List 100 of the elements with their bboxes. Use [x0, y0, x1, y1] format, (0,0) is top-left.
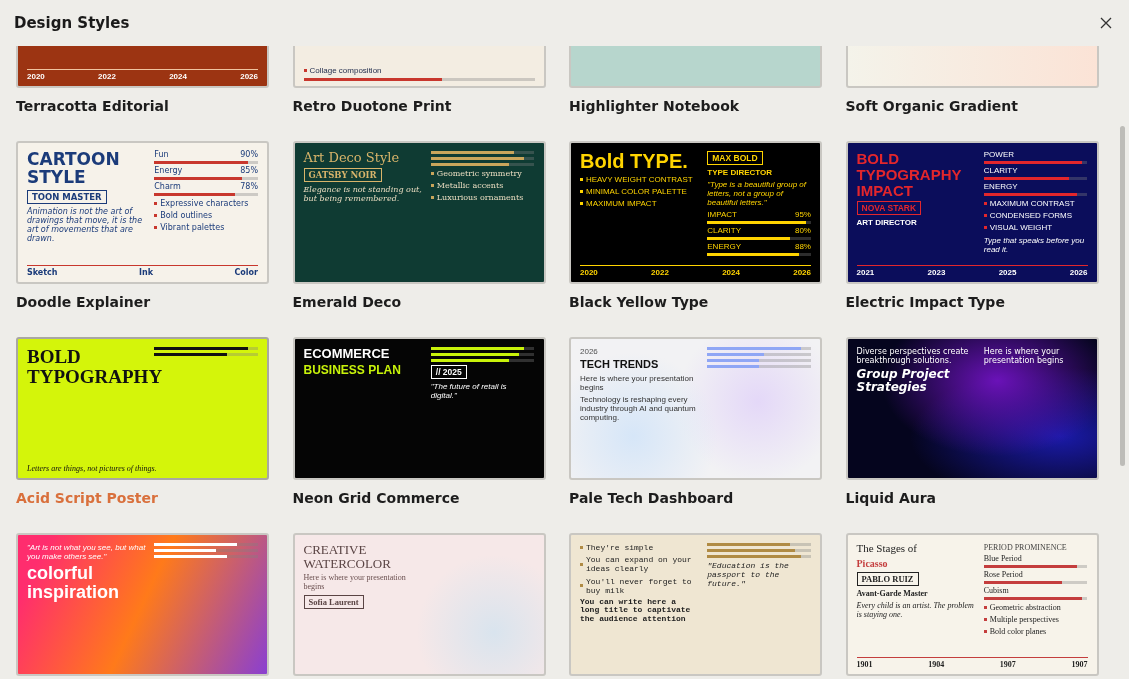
name-tag: TOON MASTER: [27, 189, 107, 204]
bullet-icon: [983, 618, 987, 622]
slide-headline: BOLD TYPOGRAPHY: [27, 347, 163, 387]
slide-quote: "The future of retail is digital.": [430, 382, 508, 401]
dialog-title: Design Styles: [14, 14, 130, 32]
bullet-icon: [580, 546, 583, 550]
bullet-icon: [430, 196, 434, 200]
timeline-label: 1901: [856, 660, 873, 669]
slide-text: Bold color planes: [989, 627, 1047, 637]
slide-quote: Letters are things, not pictures of things.: [27, 463, 157, 473]
bullet-icon: [580, 178, 583, 182]
timeline-label: 2024: [722, 268, 740, 277]
bar-label: POWER: [983, 151, 1014, 159]
timeline-label: Color: [234, 268, 258, 277]
slide-quote: Every child is an artist. The problem is staying one.: [856, 600, 975, 619]
slide-preview[interactable]: Collage composition: [292, 46, 546, 88]
slide-headline: The Stages of: [856, 543, 917, 555]
slide-text: Diverse perspectives create breakthrough solutions.: [856, 347, 970, 366]
slide-headline: CREATIVE WATERCOLOR: [303, 543, 392, 571]
slide-quote: "Art is not what you see, but what you make others see.": [27, 543, 147, 562]
slide-preview[interactable]: [16, 141, 269, 284]
slide-text: Luxurious ornaments: [436, 193, 524, 203]
slide-preview[interactable]: "Art is not what you see, but what you make others see." colorful inspiration: [16, 533, 269, 676]
slide-preview[interactable]: 2026 TECH TRENDS Here is where your presentation begins Technology is reshaping every industry through AI and quantum computing.: [569, 337, 822, 480]
style-name[interactable]: Pale Tech Dashboard: [569, 490, 734, 506]
bar-label: CLARITY: [983, 167, 1018, 175]
slide-preview[interactable]: Diverse perspectives create breakthrough solutions. Group Project Strategies Here is where your presentation begins: [845, 337, 1099, 480]
name-tag: // 2025: [430, 365, 467, 379]
bullet-icon: [154, 202, 158, 206]
bar-reading: 78%: [240, 183, 258, 191]
bullet-icon: [430, 172, 434, 176]
slide-text: Here is where your presentation begins: [303, 573, 407, 592]
bullet-icon: [983, 202, 987, 206]
name-tag: MAX BOLD: [707, 151, 763, 165]
slide-text: You'll never forget to buy milk: [586, 576, 693, 595]
name-tag: GATSBY NOIR: [303, 167, 382, 182]
timeline-label: 2024: [169, 72, 187, 81]
style-name[interactable]: Liquid Aura: [845, 490, 937, 506]
slide-preview[interactable]: 2020 2022 2024 2026: [16, 46, 269, 88]
bullet-icon: [154, 226, 158, 230]
timeline-label: 1904: [928, 660, 945, 669]
slide-headline: colorful inspiration: [27, 564, 120, 603]
slide-text: MINIMAL COLOR PALETTE: [586, 187, 687, 197]
slide-role: Avant-Garde Master: [856, 588, 928, 598]
slide-text: You can expand on your ideas clearly: [586, 555, 693, 574]
slide-headline: CARTOON STYLE: [27, 151, 121, 187]
style-name[interactable]: Retro Duotone Print: [292, 98, 452, 114]
timeline-label: 2020: [580, 268, 598, 277]
slide-quote: Elegance is not standing out, but being remembered.: [303, 184, 423, 203]
timeline-label: 1907: [999, 660, 1016, 669]
slide-preview[interactable]: ECOMMERCE BUSINESS PLAN // 2025 "The future of retail is digital.": [292, 337, 546, 480]
slide-text: They're simple: [586, 543, 654, 553]
scrollbar-thumb[interactable]: [1119, 126, 1125, 466]
slide-preview[interactable]: They're simple You can expand on your ideas clearly You'll never forget to buy milk You can write here a long title to captivate the audience attention "Education is the passport to the future.": [569, 533, 822, 676]
timeline-label: 1907: [1071, 660, 1088, 669]
timeline-label: 2025: [998, 268, 1017, 277]
slide-quote: "Education is the passport to the future.": [707, 561, 790, 589]
slide-quote: "Type is a beautiful group of letters, not a group of beautiful letters.": [707, 180, 808, 208]
bullet-icon: [580, 202, 583, 206]
bar-label: Energy: [154, 167, 183, 175]
bar-label: Rose Period: [983, 571, 1023, 579]
slide-text: HEAVY WEIGHT CONTRAST: [586, 175, 693, 185]
style-name[interactable]: Highlighter Notebook: [569, 98, 740, 114]
slide-text: Collage composition: [309, 65, 382, 75]
slide-headline: Bold TYPE.: [580, 151, 688, 172]
name-tag: PABLO RUIZ: [856, 571, 919, 586]
bar-label: IMPACT: [707, 210, 737, 219]
style-name[interactable]: Doodle Explainer: [16, 294, 151, 310]
bar-reading: 88%: [794, 242, 811, 251]
slide-preview[interactable]: BOLD TYPOGRAPHY Letters are things, not pictures of things.: [16, 337, 269, 480]
bullet-icon: [580, 562, 583, 566]
style-name[interactable]: Emerald Deco: [292, 294, 402, 310]
style-name[interactable]: Electric Impact Type: [845, 294, 1005, 310]
style-name[interactable]: Soft Organic Gradient: [845, 98, 1018, 114]
slide-subhead: BUSINESS PLAN: [303, 363, 401, 377]
slide-preview[interactable]: [569, 141, 822, 284]
slide-preview[interactable]: CREATIVE WATERCOLOR Here is where your presentation begins Sofia Laurent: [292, 533, 546, 676]
bullet-icon: [983, 214, 987, 218]
timeline-label: 2021: [856, 268, 875, 277]
timeline-label: 2022: [98, 72, 116, 81]
slide-text: Here is where your presentation begins: [983, 347, 1065, 366]
slide-text: Metallic accents: [436, 181, 504, 191]
slide-eyebrow: 2026: [580, 347, 598, 356]
style-name[interactable]: Neon Grid Commerce: [292, 490, 460, 506]
slide-text: Expressive characters: [160, 199, 249, 209]
slide-preview[interactable]: BOLD TYPOGRAPHY IMPACT NOVA STARK ART DIRECTOR POWER CLARITY ENERGY MAXIMUM CONTRAST CONDENSED FORMS VISUAL WEIGHT Type that speaks before you read it. 2021 2023 2025 2026: [845, 141, 1099, 284]
slide-preview[interactable]: Art Deco Style GATSBY NOIR Elegance is not standing out, but being remembered. Geometric symmetry Metallic accents Luxurious ornaments: [292, 141, 546, 284]
name-tag: Sofia Laurent: [303, 594, 364, 609]
slide-role: TYPE DIRECTOR: [707, 168, 772, 177]
name-tag: NOVA STARK: [856, 201, 922, 216]
timeline-label: 2022: [651, 268, 669, 277]
slide-text: Bold outlines: [160, 211, 213, 221]
bar-label: Fun: [154, 151, 169, 159]
style-name[interactable]: Terracotta Editorial: [16, 98, 169, 114]
bar-label: Blue Period: [983, 555, 1022, 563]
slide-text: CONDENSED FORMS: [989, 211, 1072, 221]
style-name[interactable]: Black Yellow Type: [569, 294, 709, 310]
slide-headline: Art Deco Style: [303, 151, 400, 165]
slide-subhead: Picasso: [856, 557, 888, 569]
bar-reading: 85%: [240, 167, 258, 175]
